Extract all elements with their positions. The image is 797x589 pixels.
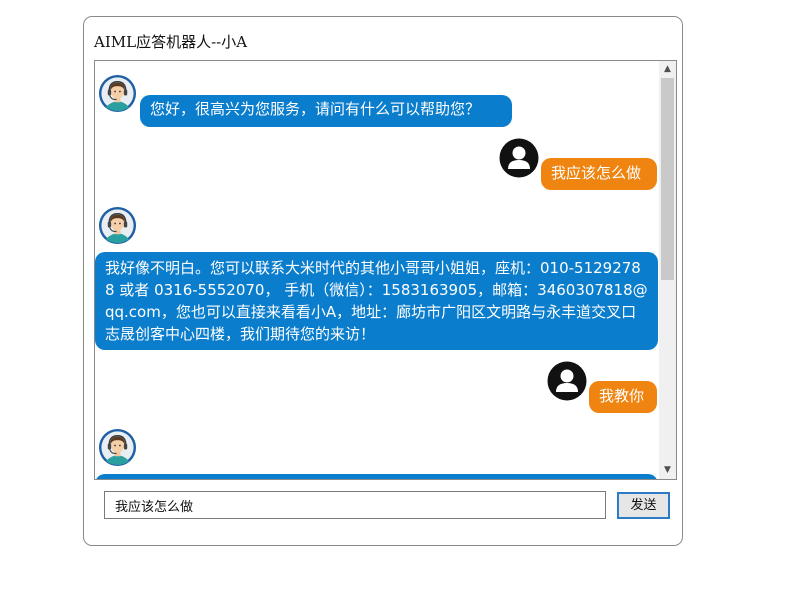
user-avatar-icon — [547, 361, 587, 401]
bot-message-bubble: 您好，很高兴为您服务，请问有什么可以帮助您？ — [140, 95, 512, 127]
user-message-bubble: 我教你 — [589, 381, 657, 413]
agent-headset-avatar-icon — [98, 74, 137, 113]
user-avatar-icon — [499, 138, 539, 178]
chat-window: AIML应答机器人--小A 您好，很高兴为您服务，请问有什么可以帮助您？ 我应该… — [83, 16, 683, 546]
agent-headset-avatar-icon — [98, 428, 137, 467]
message-input[interactable] — [104, 491, 606, 519]
user-message-bubble: 我应该怎么做 — [541, 158, 657, 190]
scroll-down-arrow-icon[interactable]: ▼ — [659, 462, 676, 479]
send-button[interactable]: 发送 — [617, 492, 670, 519]
window-title: AIML应答机器人--小A — [94, 33, 248, 51]
bot-message-bubble — [95, 474, 658, 479]
bot-message-bubble: 我好像不明白。您可以联系大米时代的其他小哥哥小姐姐，座机：010-5129278… — [95, 252, 658, 350]
chat-scrollbar[interactable]: ▲ ▼ — [659, 61, 676, 479]
chat-history[interactable]: 您好，很高兴为您服务，请问有什么可以帮助您？ 我应该怎么做 我好像不明白。您可以… — [94, 60, 677, 480]
scrollbar-thumb[interactable] — [661, 78, 674, 280]
scroll-up-arrow-icon[interactable]: ▲ — [659, 61, 676, 78]
agent-headset-avatar-icon — [98, 206, 137, 245]
